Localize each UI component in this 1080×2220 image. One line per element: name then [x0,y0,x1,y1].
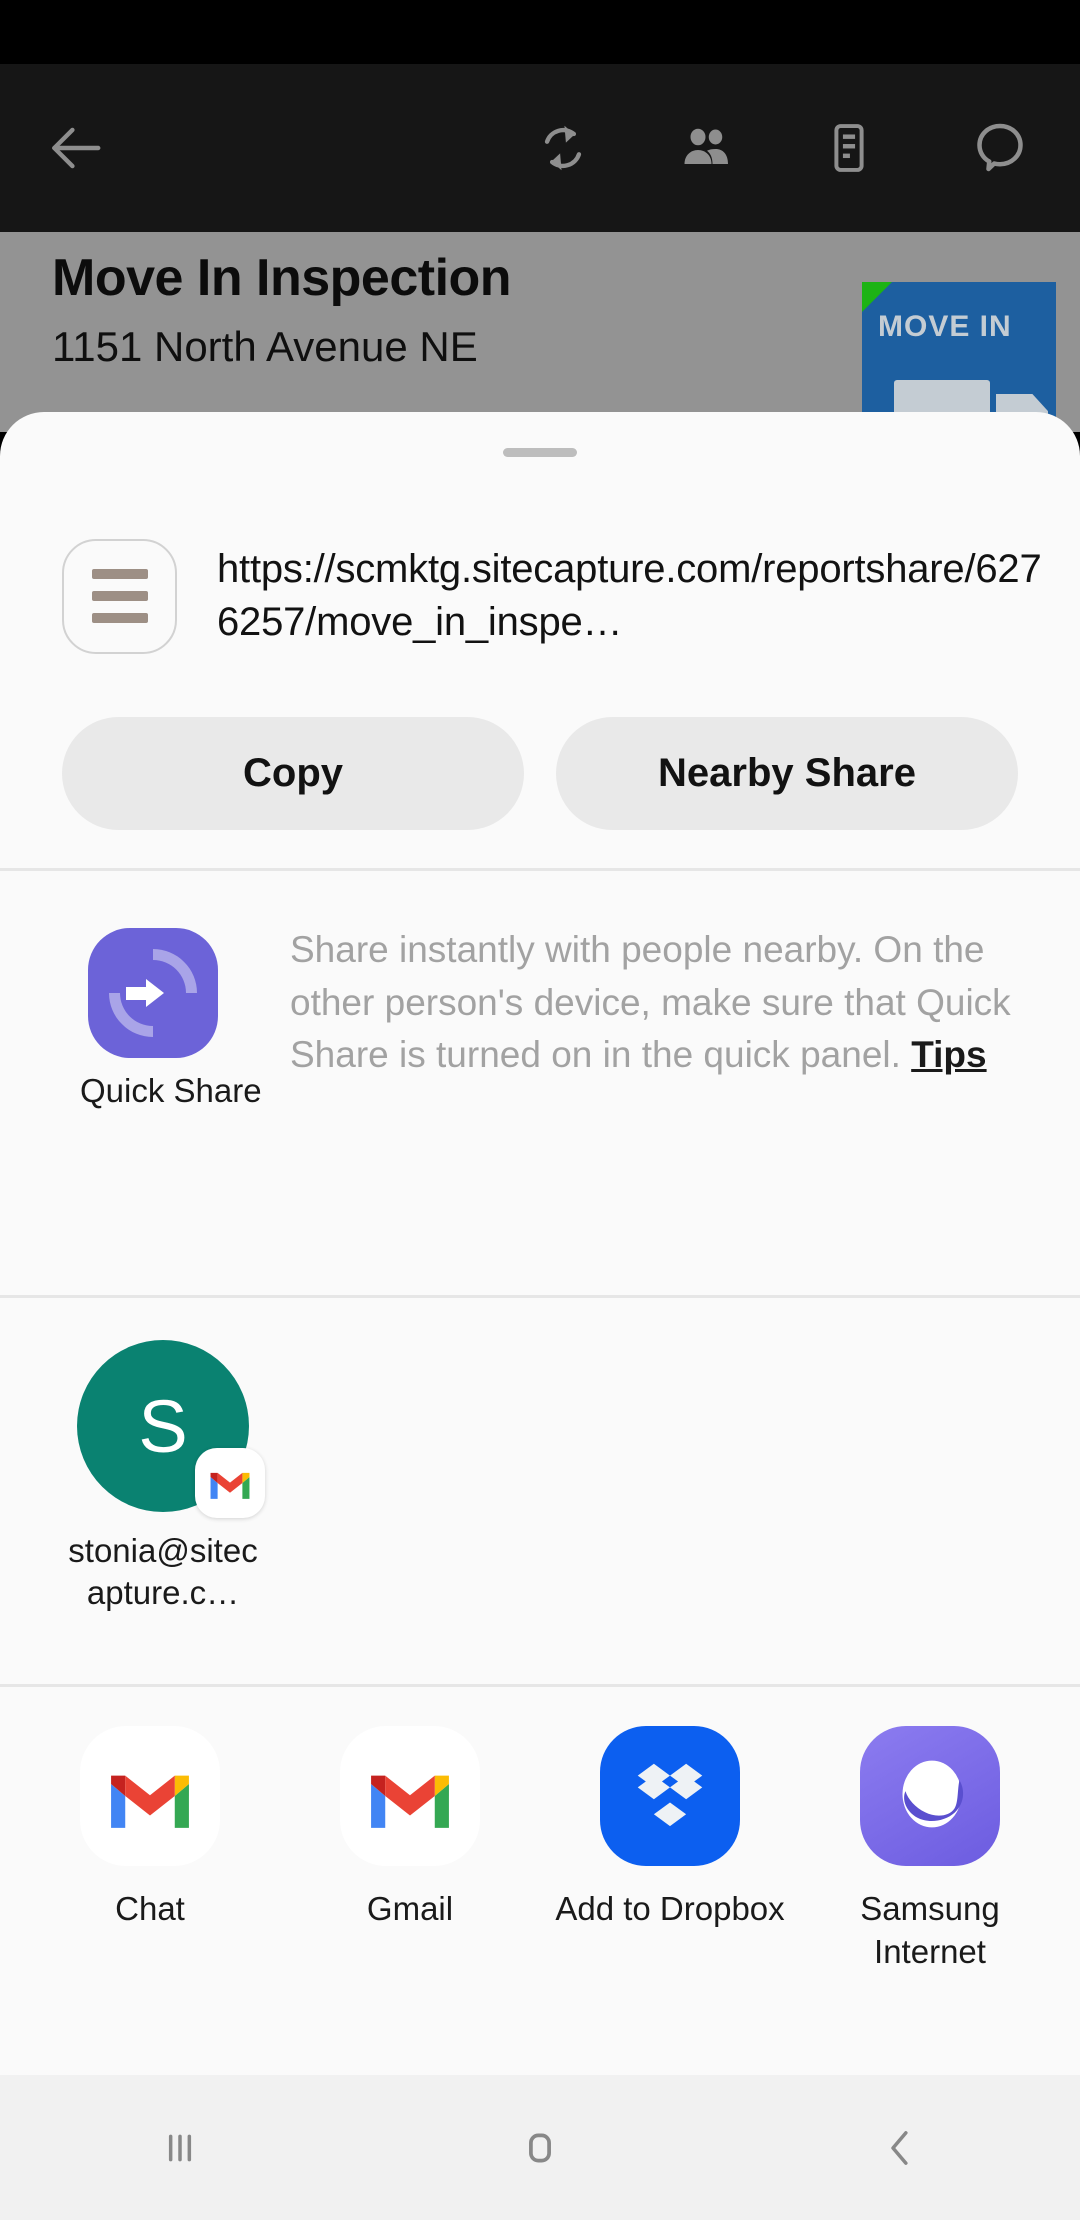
app-target-chat[interactable]: Chat [20,1726,280,1974]
quick-share-icon-wrap: Quick Share [80,928,262,1110]
sheet-drag-handle[interactable] [503,448,577,457]
link-lines-icon [62,538,177,654]
thumbnail-label: MOVE IN [878,310,1012,343]
shared-url-text: https://scmktg.sitecapture.com/reportsha… [217,547,1042,644]
app-label: Add to Dropbox [555,1890,785,1927]
sheet-action-row: Copy Nearby Share [0,717,1080,830]
comment-icon[interactable] [920,64,1080,232]
contact-item[interactable]: S stonia@sitecapture.c… [68,1340,265,1614]
avatar: S [77,1340,265,1518]
quick-share-section[interactable]: Quick Share Share instantly with people … [0,904,1080,1234]
report-thumbnail: MOVE IN [862,282,1056,432]
home-icon[interactable] [360,2075,720,2220]
quick-share-arrow-shape [126,979,164,1007]
avatar-initial: S [138,1384,188,1468]
share-sheet: https://scmktg.sitecapture.com/reportsha… [0,412,1080,2075]
page-title: Move In Inspection [52,249,512,307]
contact-name: stonia@sitecapture.c… [68,1532,258,1612]
gmail-icon [195,1448,265,1518]
gmail-icon [340,1726,480,1866]
dropbox-icon [600,1726,740,1866]
people-icon[interactable] [634,64,777,232]
report-icon[interactable] [777,64,920,232]
status-bar [0,0,1080,64]
report-header: Move In Inspection 1151 North Avenue NE … [0,232,1080,432]
app-label: Gmail [366,1890,454,1927]
quick-share-description: Share instantly with people nearby. On t… [290,924,1030,1082]
quick-share-tips-link[interactable]: Tips [911,1034,986,1075]
quick-share-label: Quick Share [80,1072,262,1109]
quick-share-description-text: Share instantly with people nearby. On t… [290,929,1011,1076]
samsung-internet-icon [860,1726,1000,1866]
direct-share-section: S stonia@sitecapture.c… [0,1292,1080,1692]
shared-link-row[interactable]: https://scmktg.sitecapture.com/reportsha… [0,516,1080,676]
app-targets-section: Chat Gmail Add to Dropbox Samsung Intern… [0,1684,1080,2064]
app-target-samsung-internet[interactable]: Samsung Internet [800,1726,1060,1974]
back-icon[interactable] [720,2075,1080,2220]
app-label: Samsung Internet [860,1890,1000,1970]
phone-screen: Move In Inspection 1151 North Avenue NE … [0,0,1080,2220]
sync-icon[interactable] [491,64,634,232]
divider-1 [0,868,1080,871]
system-navigation-bar [0,2075,1080,2220]
quick-share-icon[interactable] [88,928,218,1058]
report-address: 1151 North Avenue NE [52,323,478,370]
app-label: Chat [115,1890,185,1927]
app-target-dropbox[interactable]: Add to Dropbox [540,1726,800,1974]
thumbnail-corner-flag [862,282,892,312]
back-arrow-icon[interactable] [0,64,150,232]
nearby-share-button[interactable]: Nearby Share [556,717,1018,830]
gmail-icon [80,1726,220,1866]
recents-icon[interactable] [0,2075,360,2220]
app-toolbar [0,64,1080,232]
app-target-gmail[interactable]: Gmail [280,1726,540,1974]
copy-button[interactable]: Copy [62,717,524,830]
